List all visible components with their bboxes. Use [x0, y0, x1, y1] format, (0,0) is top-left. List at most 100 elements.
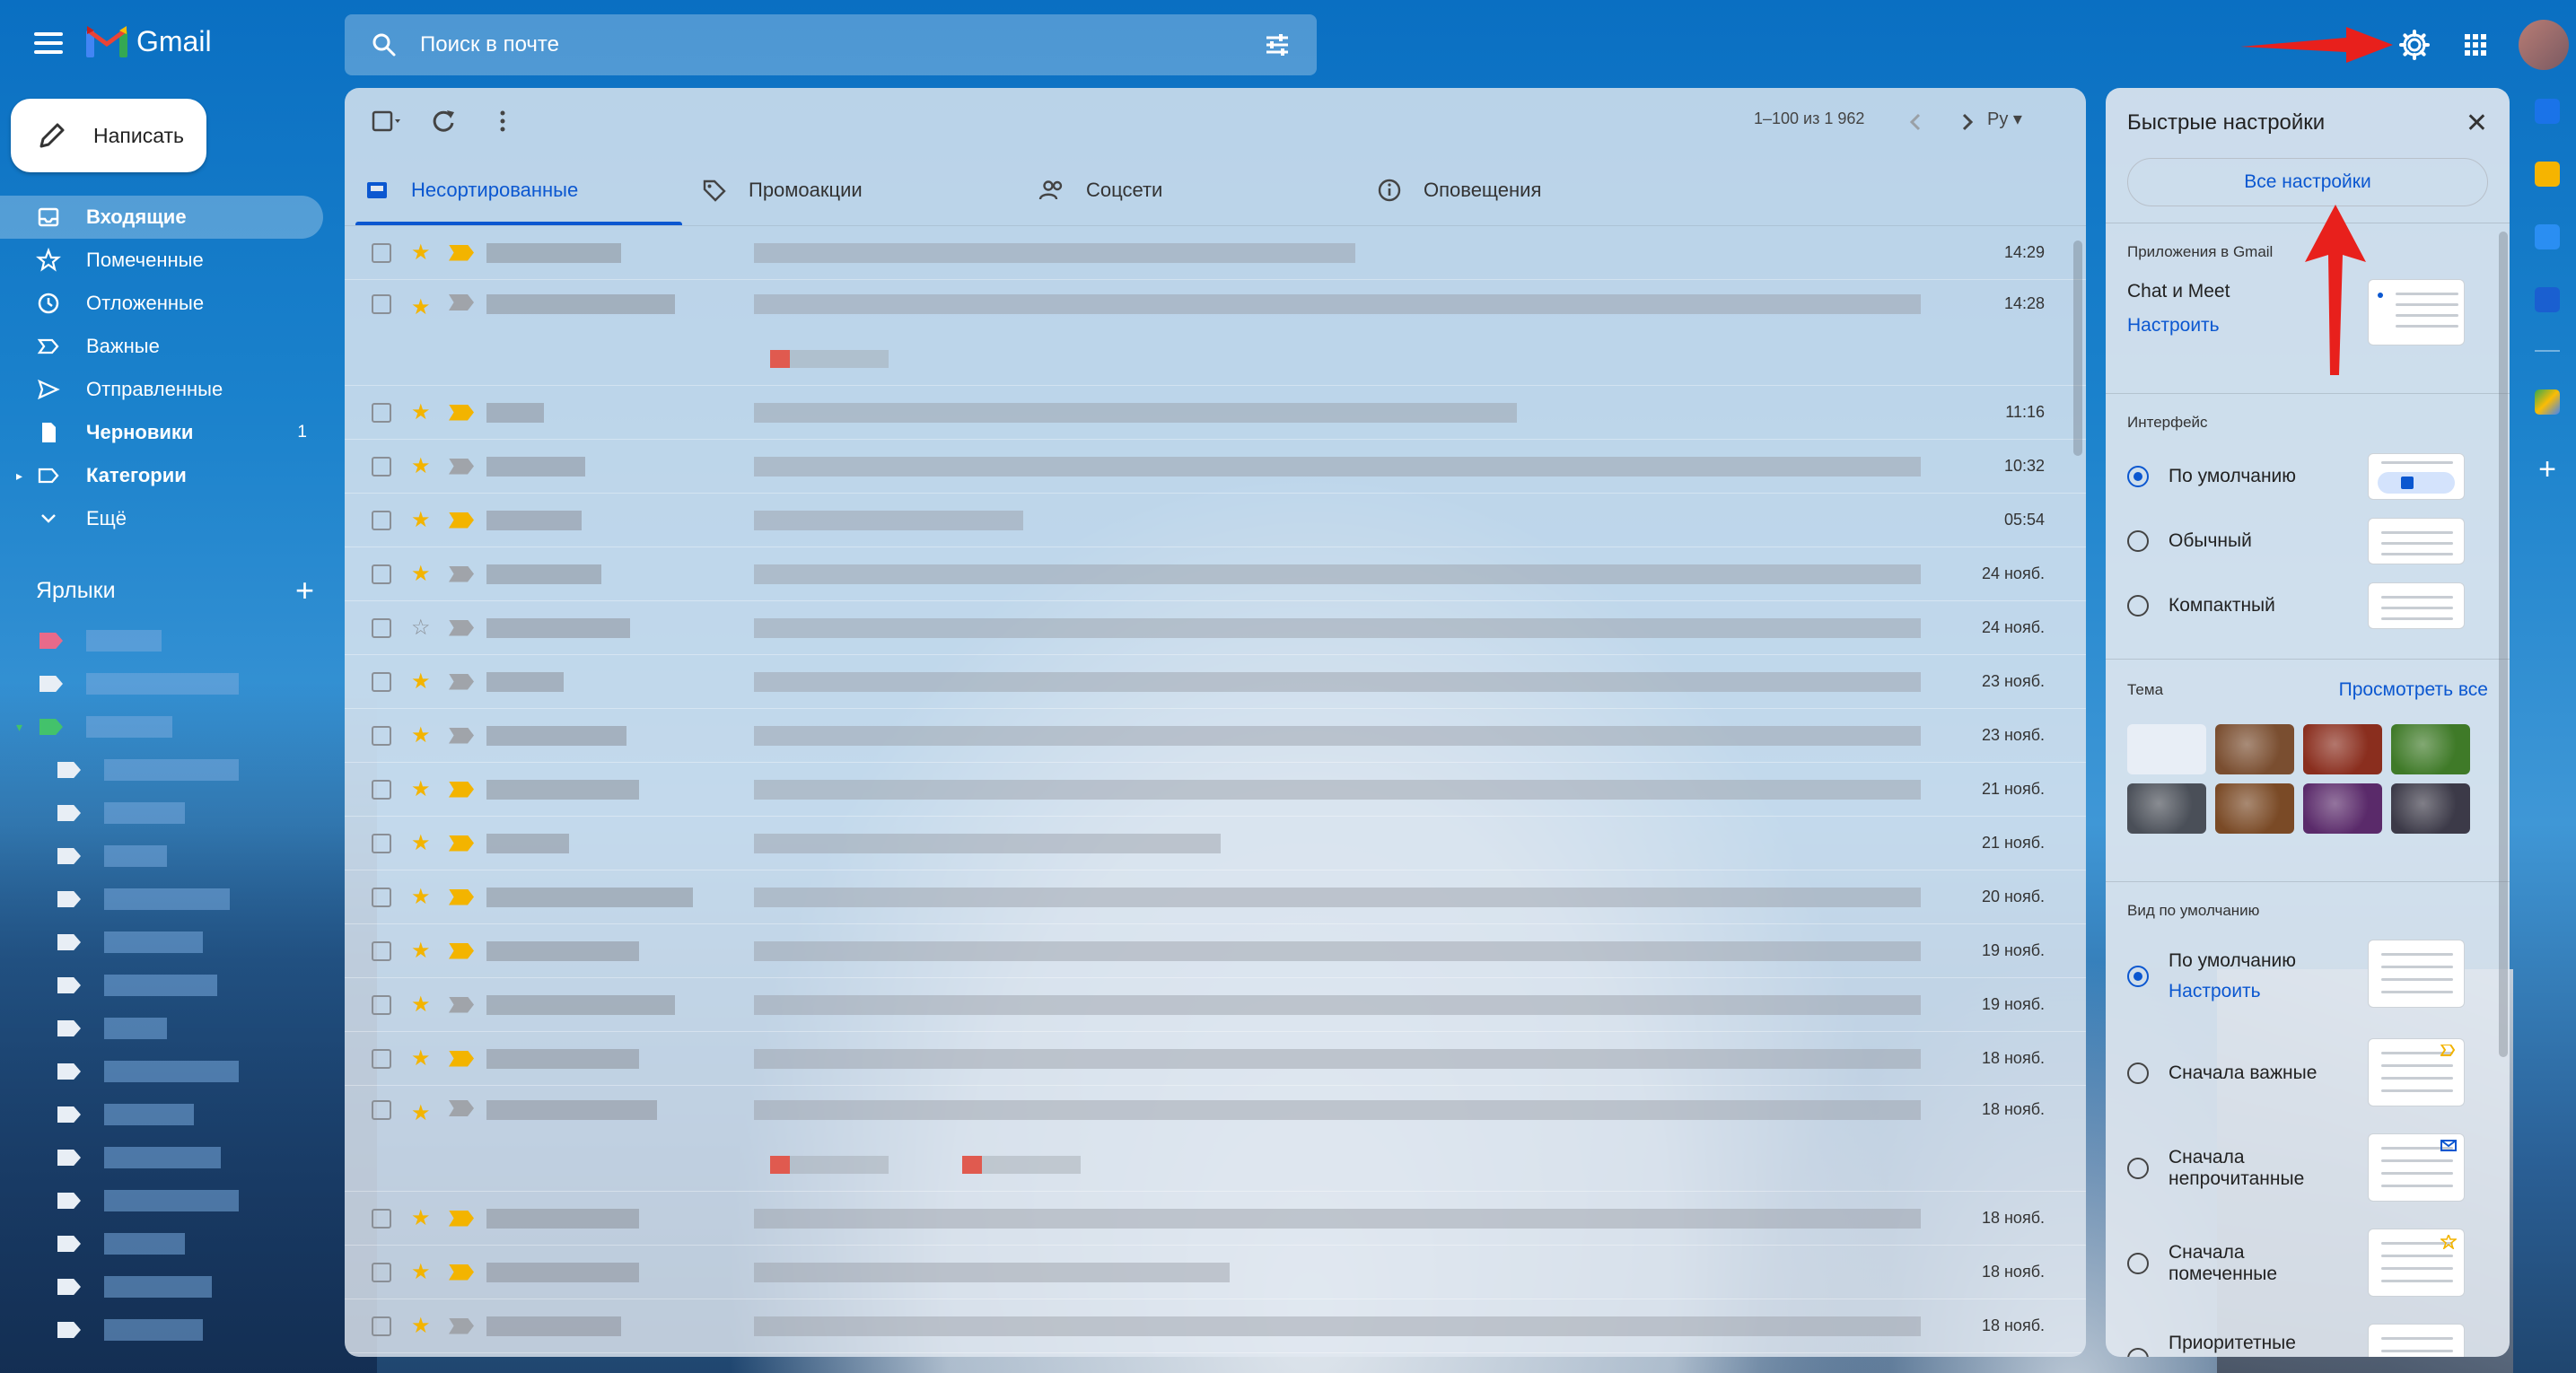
row-checkbox[interactable]: [372, 940, 391, 961]
email-row[interactable]: ★ 20 нояб.: [345, 870, 2086, 924]
label-item[interactable]: [0, 1093, 332, 1136]
expand-arrow-icon[interactable]: ▾: [16, 720, 22, 735]
row-checkbox[interactable]: [372, 294, 391, 314]
row-checkbox[interactable]: [372, 725, 391, 746]
email-row[interactable]: ★ 19 нояб.: [345, 978, 2086, 1032]
star-icon[interactable]: ★: [411, 1100, 436, 1126]
important-marker-icon[interactable]: [449, 727, 474, 744]
important-marker-icon[interactable]: [449, 781, 474, 798]
star-icon[interactable]: ★: [411, 722, 436, 748]
label-item[interactable]: [0, 619, 332, 662]
chevron-right-icon[interactable]: [1950, 104, 1985, 140]
row-checkbox[interactable]: [372, 1208, 391, 1229]
label-item[interactable]: [0, 1265, 332, 1308]
row-checkbox[interactable]: [372, 779, 391, 800]
select-all-checkbox[interactable]: [366, 103, 402, 139]
attachment-chip[interactable]: [770, 1156, 889, 1174]
contacts-icon[interactable]: [2535, 287, 2560, 312]
label-item[interactable]: [0, 1136, 332, 1179]
email-row[interactable]: ★ 18 нояб.: [345, 1032, 2086, 1086]
label-item[interactable]: [0, 1179, 332, 1222]
email-row[interactable]: ★ 14:29: [345, 226, 2086, 280]
email-row[interactable]: ★ 18 нояб.: [345, 1246, 2086, 1299]
important-marker-icon[interactable]: [449, 565, 474, 582]
label-item[interactable]: [0, 1050, 332, 1093]
important-marker-icon[interactable]: [449, 996, 474, 1013]
add-addon-icon[interactable]: +: [2522, 452, 2572, 487]
inbox-type-option[interactable]: Сначала помеченные: [2127, 1216, 2488, 1311]
email-row[interactable]: ☆ 24 нояб.: [345, 601, 2086, 655]
email-row[interactable]: ★ 18 нояб.: [345, 1086, 2086, 1192]
important-marker-icon[interactable]: [449, 1050, 474, 1067]
attachment-chip[interactable]: [770, 350, 889, 368]
density-option[interactable]: Компактный: [2127, 573, 2488, 638]
email-row[interactable]: ★ 24 нояб.: [345, 547, 2086, 601]
row-checkbox[interactable]: [372, 617, 391, 638]
calendar-icon[interactable]: [2535, 99, 2560, 124]
important-marker-icon[interactable]: [449, 1100, 474, 1116]
row-checkbox[interactable]: [372, 510, 391, 530]
important-marker-icon[interactable]: [449, 888, 474, 905]
important-marker-icon[interactable]: [449, 835, 474, 852]
star-icon[interactable]: ★: [411, 938, 436, 964]
email-row[interactable]: ★ 23 нояб.: [345, 655, 2086, 709]
inbox-type-radio[interactable]: [2127, 1253, 2149, 1274]
email-row[interactable]: ★ 19 нояб.: [345, 924, 2086, 978]
star-icon[interactable]: ★: [411, 1205, 436, 1231]
sidebar-item-4[interactable]: Отправленные: [0, 368, 332, 411]
email-row[interactable]: ★ 11:16: [345, 386, 2086, 440]
star-icon[interactable]: ★: [411, 1045, 436, 1071]
gmail-logo[interactable]: Gmail: [84, 23, 212, 59]
row-checkbox[interactable]: [372, 456, 391, 477]
label-item[interactable]: ▾: [0, 705, 332, 748]
expand-arrow-icon[interactable]: ▸: [16, 468, 22, 484]
important-marker-icon[interactable]: [449, 458, 474, 475]
label-item[interactable]: [0, 1308, 332, 1351]
input-language-selector[interactable]: Ру ▾: [1987, 108, 2022, 130]
sidebar-item-7[interactable]: Ещё: [0, 497, 332, 540]
star-icon[interactable]: ★: [411, 776, 436, 802]
theme-thumbnail[interactable]: [2391, 783, 2470, 834]
label-item[interactable]: [0, 791, 332, 835]
label-item[interactable]: [0, 662, 332, 705]
important-marker-icon[interactable]: [449, 294, 474, 310]
star-icon[interactable]: ★: [411, 453, 436, 479]
inbox-type-option[interactable]: ПриоритетныеНастроить: [2127, 1311, 2488, 1357]
star-icon[interactable]: ★: [411, 669, 436, 695]
row-checkbox[interactable]: [372, 1048, 391, 1069]
email-row[interactable]: ★ 23 нояб.: [345, 709, 2086, 763]
star-icon[interactable]: ★: [411, 240, 436, 266]
important-marker-icon[interactable]: [449, 404, 474, 421]
row-checkbox[interactable]: [372, 1262, 391, 1282]
important-marker-icon[interactable]: [449, 1210, 474, 1227]
close-icon[interactable]: ✕: [2466, 108, 2488, 139]
addon-icon[interactable]: [2535, 389, 2560, 415]
inbox-type-option[interactable]: Сначала важные: [2127, 1026, 2488, 1121]
inbox-type-radio[interactable]: [2127, 966, 2149, 987]
row-checkbox[interactable]: [372, 242, 391, 263]
label-item[interactable]: [0, 748, 332, 791]
density-option[interactable]: По умолчанию: [2127, 444, 2488, 509]
row-checkbox[interactable]: [372, 402, 391, 423]
row-checkbox[interactable]: [372, 887, 391, 907]
theme-thumbnail[interactable]: [2391, 724, 2470, 774]
settings-gear-icon[interactable]: [2396, 27, 2432, 63]
search-options-icon[interactable]: [1259, 27, 1295, 63]
tasks-icon[interactable]: [2535, 224, 2560, 249]
star-icon[interactable]: ★: [411, 992, 436, 1018]
chevron-left-icon[interactable]: [1897, 104, 1933, 140]
add-label-icon[interactable]: +: [295, 574, 314, 607]
inbox-type-option[interactable]: По умолчанию Настроить: [2127, 927, 2488, 1026]
theme-thumbnail[interactable]: [2303, 783, 2382, 834]
density-option[interactable]: Обычный: [2127, 509, 2488, 573]
star-icon[interactable]: ★: [411, 1259, 436, 1285]
important-marker-icon[interactable]: [449, 1317, 474, 1334]
row-checkbox[interactable]: [372, 994, 391, 1015]
sidebar-item-0[interactable]: Входящие: [0, 196, 323, 239]
important-marker-icon[interactable]: [449, 1264, 474, 1281]
star-icon[interactable]: ★: [411, 884, 436, 910]
star-icon[interactable]: ★: [411, 294, 436, 320]
label-item[interactable]: [0, 878, 332, 921]
star-icon[interactable]: ★: [411, 399, 436, 425]
theme-thumbnail[interactable]: [2215, 724, 2294, 774]
